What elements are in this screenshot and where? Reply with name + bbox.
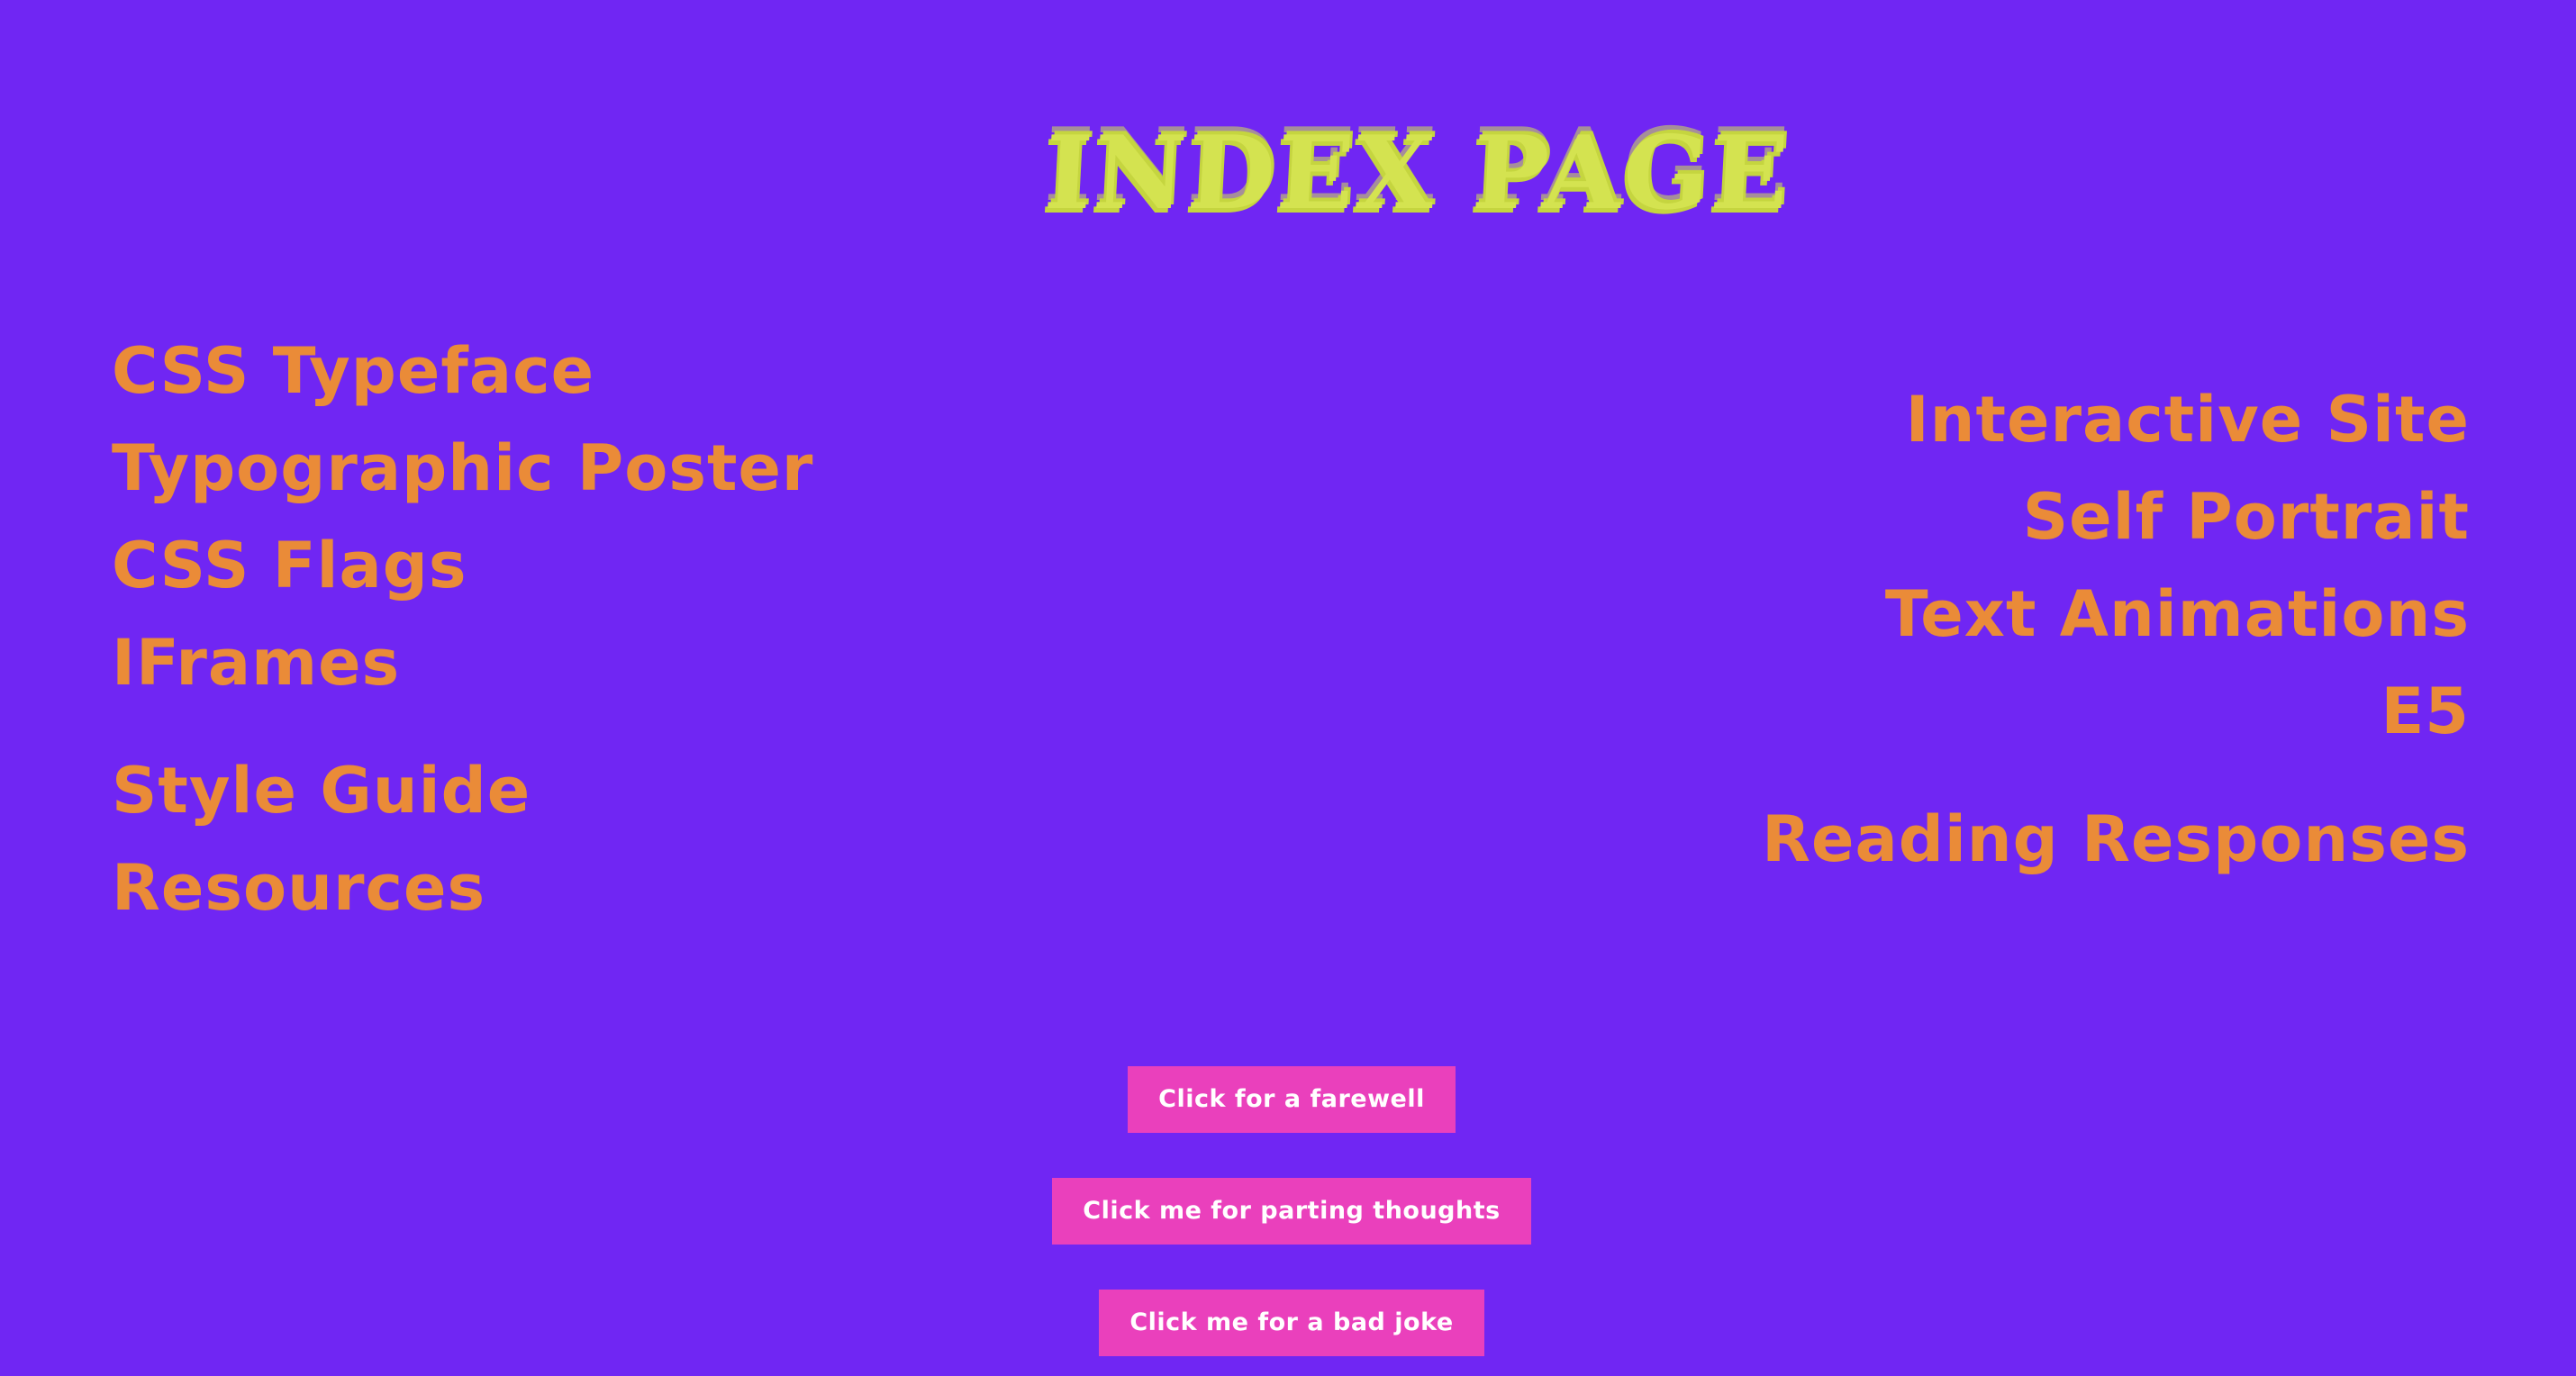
nav-link-iframes[interactable]: IFrames [112, 614, 813, 711]
nav-link-text-animations[interactable]: Text Animations [1762, 566, 2470, 663]
nav-link-interactive-site[interactable]: Interactive Site [1762, 371, 2470, 468]
nav-link-reading-responses[interactable]: Reading Responses [1762, 791, 2470, 888]
nav-link-self-portrait[interactable]: Self Portrait [1762, 468, 2470, 566]
nav-link-resources[interactable]: Resources [112, 839, 813, 937]
bad-joke-button[interactable]: Click me for a bad joke [1099, 1290, 1484, 1356]
page: { "header": { "title": "INDEX PAGE" }, "… [0, 0, 2576, 1376]
nav-link-typographic-poster[interactable]: Typographic Poster [112, 420, 813, 517]
page-title: INDEX PAGE [1041, 114, 1793, 232]
farewell-button[interactable]: Click for a farewell [1128, 1066, 1456, 1133]
nav-link-e5[interactable]: E5 [1762, 663, 2470, 760]
nav-left: CSS Typeface Typographic Poster CSS Flag… [112, 322, 813, 937]
nav-right: Interactive Site Self Portrait Text Anim… [1762, 371, 2470, 888]
nav-link-css-flags[interactable]: CSS Flags [112, 517, 813, 614]
nav-link-css-typeface[interactable]: CSS Typeface [112, 322, 813, 420]
nav-link-style-guide[interactable]: Style Guide [112, 742, 813, 839]
parting-thoughts-button[interactable]: Click me for parting thoughts [1052, 1178, 1531, 1245]
